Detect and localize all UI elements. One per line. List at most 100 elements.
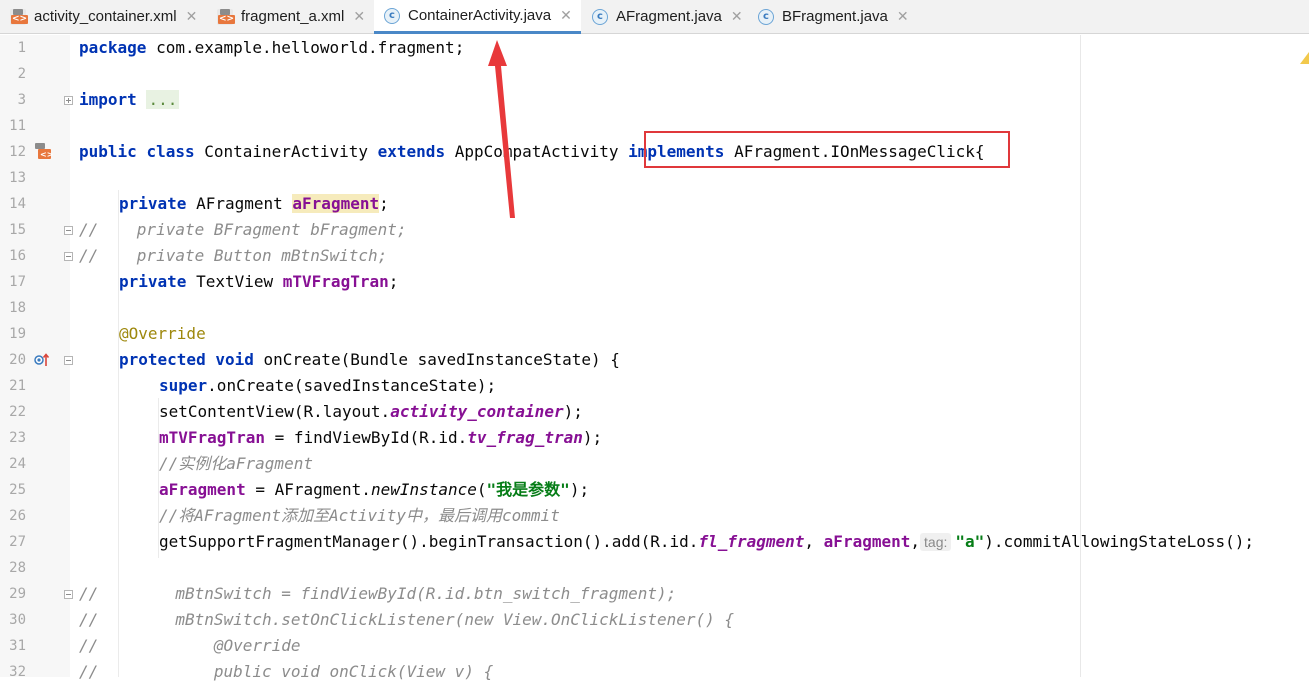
line-number: 29 <box>9 586 26 602</box>
line-number: 12 <box>9 144 26 160</box>
override-method-icon[interactable] <box>33 351 51 369</box>
code-text: , <box>910 532 921 551</box>
resource-id: fl_fragment <box>698 532 805 551</box>
line-number: 31 <box>9 638 26 654</box>
fold-collapse-icon[interactable] <box>64 226 73 235</box>
keyword: super <box>159 376 208 395</box>
close-icon[interactable]: ✕ <box>560 8 572 24</box>
line-number: 27 <box>9 534 26 550</box>
code-text: , <box>804 532 824 551</box>
field-name: aFragment <box>292 194 380 213</box>
code-text: ); <box>569 480 590 499</box>
line-number: 3 <box>17 92 26 108</box>
line-number: 22 <box>9 404 26 420</box>
line-number: 13 <box>9 170 26 186</box>
line-number: 24 <box>9 456 26 472</box>
keyword: import <box>79 90 137 109</box>
parameter-hint: tag: <box>920 533 952 551</box>
string-literal: "我是参数" <box>486 480 570 499</box>
code-text: getSupportFragmentManager().beginTransac… <box>159 532 699 551</box>
code-line-15: // private BFragment bFragment; <box>79 220 407 239</box>
java-class-icon: c <box>592 8 608 25</box>
tab-label: BFragment.java <box>782 8 888 25</box>
code-text: onCreate(Bundle savedInstanceState) { <box>253 350 620 369</box>
type-name: TextView <box>186 272 283 291</box>
tab-activity-container-xml[interactable]: activity_container.xml ✕ <box>0 0 207 33</box>
xml-file-icon <box>10 8 29 25</box>
tab-fragment-a-xml[interactable]: fragment_a.xml ✕ <box>207 0 373 33</box>
line-number: 19 <box>9 326 26 342</box>
line-number: 20 <box>9 352 26 368</box>
xml-file-icon <box>217 8 236 25</box>
line-number: 28 <box>9 560 26 576</box>
code-line-1: package com.example.helloworld.fragment; <box>79 35 464 61</box>
code-text: ); <box>563 402 583 421</box>
code-line-3: import ... <box>79 87 180 113</box>
static-method: newInstance <box>370 480 477 499</box>
line-number: 21 <box>9 378 26 394</box>
code-line-22: setContentView(R.layout.activity_contain… <box>159 399 583 425</box>
type-name: AFragment <box>186 194 293 213</box>
warning-icon[interactable] <box>1300 52 1309 64</box>
tab-afragment-java[interactable]: c AFragment.java ✕ <box>582 0 748 33</box>
code-line-30: // mBtnSwitch.setOnClickListener(new Vie… <box>79 610 735 629</box>
code-line-14: private AFragment aFragment; <box>119 191 389 217</box>
string-literal: "a" <box>955 532 985 551</box>
class-name: ContainerActivity <box>194 142 378 161</box>
folded-imports[interactable]: ... <box>146 90 180 109</box>
close-icon[interactable]: ✕ <box>353 9 365 25</box>
code-text: ( <box>476 480 487 499</box>
code-text: ).commitAllowingStateLoss(); <box>984 532 1254 551</box>
keyword: extends <box>377 142 446 161</box>
keyword: public <box>79 142 137 161</box>
fold-collapse-icon[interactable] <box>64 356 73 365</box>
close-icon[interactable]: ✕ <box>186 9 198 25</box>
tab-label: fragment_a.xml <box>241 8 345 25</box>
code-line-27: getSupportFragmentManager().beginTransac… <box>159 529 1254 555</box>
java-class-icon: c <box>384 7 400 24</box>
fold-collapse-icon[interactable] <box>64 590 73 599</box>
line-number: 17 <box>9 274 26 290</box>
fold-collapse-icon[interactable] <box>64 252 73 261</box>
editor-tab-bar: activity_container.xml ✕ fragment_a.xml … <box>0 0 1309 34</box>
line-number: 32 <box>9 664 26 680</box>
field-name: mTVFragTran <box>159 428 265 447</box>
keyword: class <box>146 142 195 161</box>
line-number: 18 <box>9 300 26 316</box>
svg-text:<>: <> <box>40 150 53 159</box>
line-number: 30 <box>9 612 26 628</box>
code-line-20: protected void onCreate(Bundle savedInst… <box>119 347 620 373</box>
line-number-gutter[interactable]: 1 2 3 11 12 13 14 15 16 17 18 19 20 21 2… <box>0 35 73 680</box>
code-line-25: aFragment = AFragment.newInstance("我是参数"… <box>159 477 589 503</box>
code-text: ; <box>388 272 399 291</box>
line-number: 15 <box>9 222 26 238</box>
code-text: .onCreate(savedInstanceState); <box>207 376 497 395</box>
keyword: protected <box>119 350 206 369</box>
field-name: aFragment <box>823 532 911 551</box>
line-number: 2 <box>17 66 26 82</box>
line-number: 25 <box>9 482 26 498</box>
code-line-29: // mBtnSwitch = findViewById(R.id.btn_sw… <box>79 584 677 603</box>
tab-label: AFragment.java <box>616 8 722 25</box>
close-icon[interactable]: ✕ <box>731 9 743 25</box>
tab-container-activity-java[interactable]: c ContainerActivity.java ✕ <box>374 0 581 34</box>
base-class: AppCompatActivity <box>445 142 629 161</box>
code-line-17: private TextView mTVFragTran; <box>119 269 398 295</box>
code-text: = findViewById(R.id. <box>264 428 468 447</box>
code-line-23: mTVFragTran = findViewById(R.id.tv_frag_… <box>159 425 602 451</box>
line-number: 11 <box>9 118 26 134</box>
field-name: aFragment <box>159 480 246 499</box>
keyword: private <box>119 194 187 213</box>
code-line-31: // @Override <box>79 636 301 655</box>
close-icon[interactable]: ✕ <box>897 9 909 25</box>
android-activity-icon[interactable]: <> <box>33 142 53 162</box>
fold-expand-icon[interactable] <box>64 96 73 105</box>
tab-bfragment-java[interactable]: c BFragment.java ✕ <box>748 0 918 33</box>
code-text: ; <box>379 194 389 213</box>
keyword: package <box>79 38 147 57</box>
code-line-26: //将AFragment添加至Activity中，最后调用commit <box>159 506 560 525</box>
field-name: mTVFragTran <box>282 272 389 291</box>
line-number: 23 <box>9 430 26 446</box>
line-number: 14 <box>9 196 26 212</box>
resource-id: activity_container <box>390 402 564 421</box>
